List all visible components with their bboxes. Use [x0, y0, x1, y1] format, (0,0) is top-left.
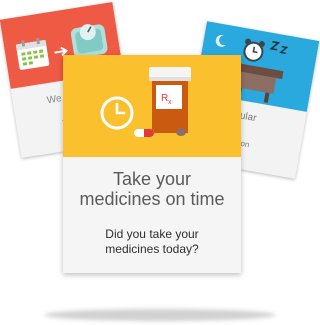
habit-card-medicines[interactable]: R x Take your medicines on time Did you …	[63, 55, 241, 273]
card-subtitle: Did you take your medicines today?	[63, 227, 241, 257]
card-title: Take your medicines on time	[63, 169, 241, 209]
card-subtitle-line-1: Did you take your	[105, 227, 199, 241]
pill-bottle-icon: R x	[149, 67, 191, 133]
calendar-icon	[15, 37, 50, 70]
card-title-line-1: Take your	[112, 169, 192, 189]
pill-icon	[134, 129, 154, 137]
clock-icon	[100, 96, 134, 130]
floor-shadow	[44, 309, 276, 321]
card-text-fragment: We	[46, 93, 63, 107]
svg-text:x: x	[168, 99, 172, 106]
card-header-band: R x	[63, 55, 241, 157]
card-title-line-2: medicines on time	[79, 189, 225, 209]
pill-small-icon	[176, 128, 186, 136]
moon-icon	[215, 34, 227, 47]
card-subtitle-line-2: medicines today?	[105, 242, 199, 256]
sleep-zzz-icon	[269, 41, 289, 54]
